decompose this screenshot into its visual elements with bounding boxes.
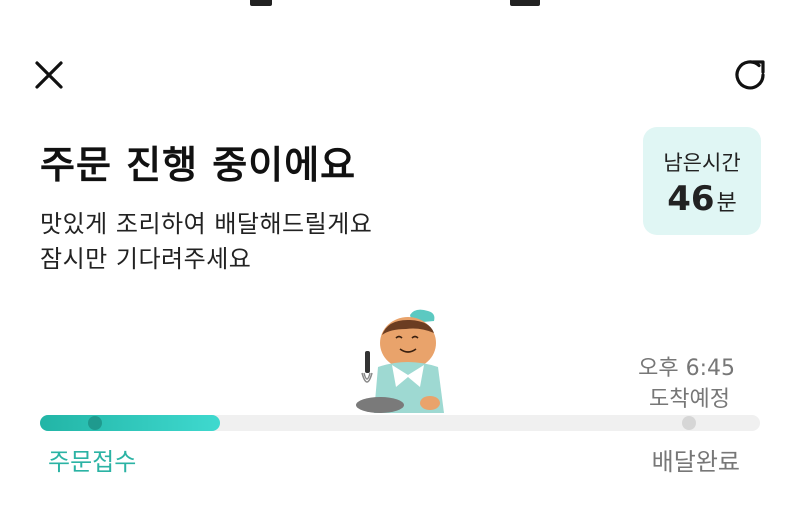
progress-track	[40, 415, 760, 431]
close-button[interactable]	[30, 56, 68, 94]
step-order-received: 주문접수	[48, 448, 137, 476]
eta-time: 오후 6:45	[638, 356, 735, 381]
step-delivery-complete: 배달완료	[651, 448, 740, 476]
status-bar-icon	[510, 0, 540, 6]
remaining-time-card: 남은시간 46분	[643, 127, 761, 235]
whisk-handle	[365, 351, 370, 373]
remaining-time-value-row: 46분	[643, 179, 761, 219]
remaining-time-unit: 분	[716, 191, 737, 216]
status-bar	[0, 0, 800, 8]
bowl-icon	[356, 397, 404, 413]
progress-end-dot	[682, 416, 696, 430]
status-bar-icon	[250, 0, 272, 6]
progress-start-dot	[88, 416, 102, 430]
remaining-time-value: 46	[667, 179, 715, 219]
remaining-time-label: 남은시간	[663, 151, 741, 175]
refresh-button[interactable]	[730, 56, 772, 94]
page-title: 주문 진행 중이에요	[40, 143, 357, 187]
subtitle-line-1: 맛있게 조리하여 배달해드릴게요	[40, 210, 373, 238]
chef-hand	[420, 396, 440, 410]
eta-label: 도착예정	[649, 387, 730, 412]
refresh-icon	[735, 60, 765, 90]
whisk-icon	[361, 372, 373, 383]
chef-cooking-illustration	[356, 309, 444, 413]
close-icon	[35, 61, 63, 89]
subtitle-line-2: 잠시만 기다려주세요	[40, 245, 252, 273]
progress-fill	[40, 415, 220, 431]
